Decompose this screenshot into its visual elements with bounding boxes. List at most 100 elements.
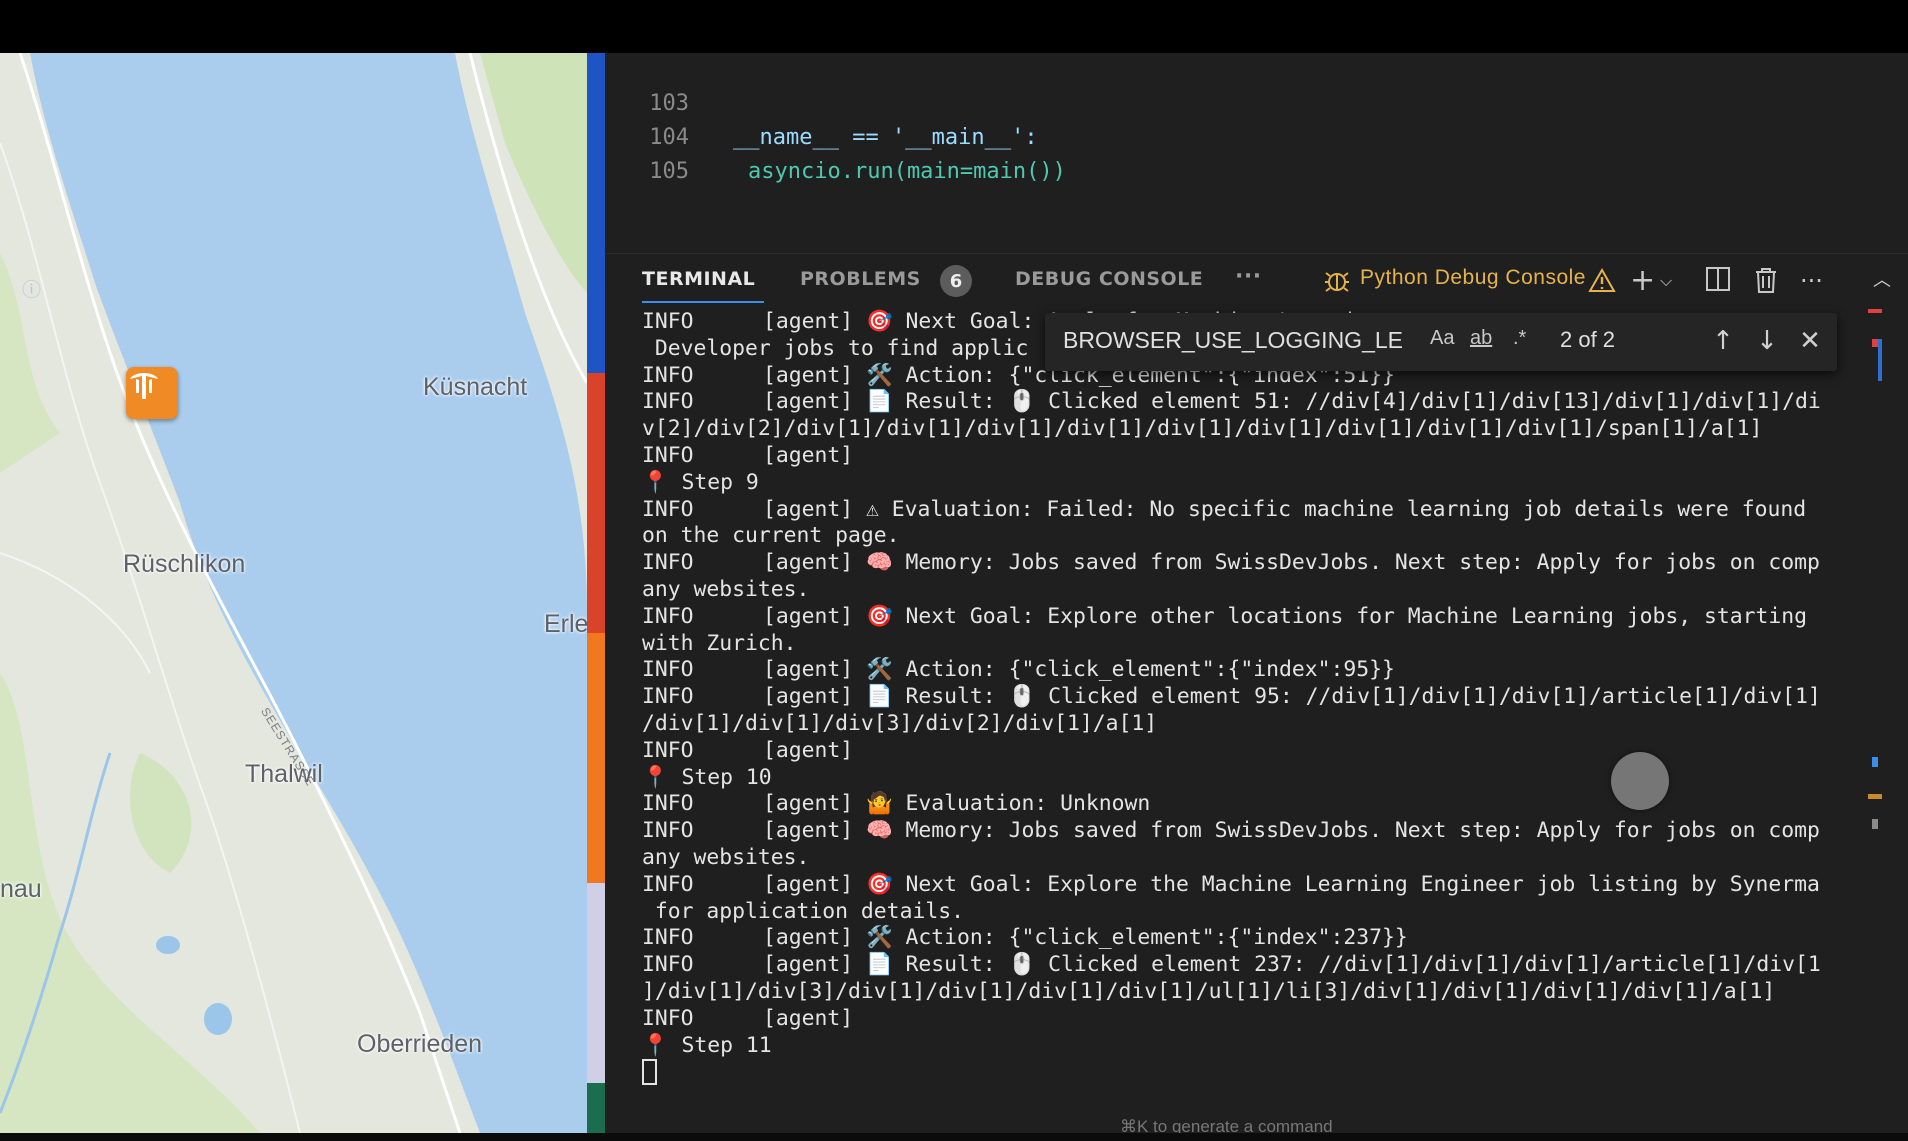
code-text: __name__ == '__main__': [733,121,1038,155]
terminal-line: INFO [agent] 📄 Result: 🖱️ Clicked element… [642,952,1892,979]
next-match-button[interactable]: ↓ [1750,323,1784,359]
terminal-line: for application details. [642,899,1892,926]
log-text: [agent] [763,1005,854,1031]
log-text: Developer jobs to find applic [642,335,1029,361]
terminal-session-name[interactable]: Python Debug Console [1360,266,1586,290]
map-label-kusnacht: Küsnacht [423,373,528,401]
more-tabs-button[interactable]: ··· [1235,264,1262,289]
terminal-line: INFO [agent] 📄 Result: 🖱️ Clicked element… [642,684,1892,711]
terminal-hint: ⌘K to generate a command [1120,1117,1333,1133]
warning-icon [1587,266,1617,296]
terminal-line: INFO [agent] [642,1006,1892,1033]
map-label-erle: Erle [544,610,587,638]
log-text: any websites. [642,844,810,870]
terminal-scrollbar[interactable] [1868,309,1882,1059]
log-text: [agent] 📄 Result: 🖱️ Clicked element 237… [763,952,1821,978]
close-find-button[interactable]: ✕ [1793,323,1827,359]
terminal-line: INFO [agent] [642,738,1892,765]
terminal-line: with Zurich. [642,631,1892,658]
match-case-toggle[interactable]: Aa [1430,327,1454,350]
terminal-line: INFO [agent] 🛠️ Action: {"click_element":… [642,925,1892,952]
tab-terminal[interactable]: TERMINAL [642,268,755,290]
log-level: INFO [642,362,694,388]
log-level: INFO [642,952,694,978]
window-edge-stripe [587,53,605,1133]
terminal-line: /div[1]/div[1]/div[3]/div[2]/div[1]/a[1] [642,711,1892,738]
map-view[interactable]: ⓘ Küsnacht Rüschlikon Erle Thalwil nau O… [0,53,587,1133]
log-text: [agent] 📄 Result: 🖱️ Clicked element 51:… [763,389,1821,415]
find-match-count: 2 of 2 [1560,327,1616,352]
previous-match-button[interactable]: ↑ [1706,323,1740,359]
log-text: [agent] 🤷 Evaluation: Unknown [763,791,1151,817]
log-text: 📍 Step 10 [642,764,772,790]
tab-problems[interactable]: PROBLEMS [800,268,921,290]
code-editor[interactable]: 103 __name__ == '__main__': 104 asyncio.… [605,53,1908,1133]
transit-glyph-icon [130,373,158,399]
terminal-cursor [642,1059,657,1086]
log-text: [agent] [763,737,854,763]
trash-icon[interactable] [1753,266,1779,296]
terminal-line: INFO [agent] 🎯 Next Goal: Explore other l… [642,604,1892,631]
regex-toggle[interactable]: .* [1513,327,1526,350]
find-input[interactable]: BROWSER_USE_LOGGING_LE [1063,327,1415,357]
log-level: INFO [642,603,694,629]
terminal-line: ]/div[1]/div[3]/div[1]/div[1]/div[1]/div… [642,979,1892,1006]
map-canvas [0,53,587,1133]
log-text: on the current page. [642,523,900,549]
terminal-line: INFO [agent] 🧠 Memory: Jobs saved from Sw… [642,550,1892,577]
plus-icon[interactable]: + [1630,266,1655,296]
terminal-line: 📍 Step 11 [642,1033,1892,1060]
log-text: 📍 Step 9 [642,469,759,495]
log-text: v[2]/div[2]/div[1]/div[1]/div[1]/div[1]/… [642,416,1763,442]
terminal-line: any websites. [642,577,1892,604]
code-line[interactable]: 105 [605,121,689,184]
debug-icon [1322,266,1352,296]
log-level: INFO [642,550,694,576]
bottom-bar [0,1133,1908,1141]
code-text: asyncio.run(main=main()) [748,159,1066,184]
log-text: [agent] 🛠️ Action: {"click_element":{"in… [763,925,1408,951]
arrow-up-icon: ↑ [1712,326,1734,356]
terminal-line: INFO [agent] ⚠ Evaluation: Failed: No spe… [642,497,1892,524]
log-level: INFO [642,389,694,415]
log-level: INFO [642,657,694,683]
log-level: INFO [642,791,694,817]
close-icon: ✕ [1799,326,1821,356]
terminal-prompt-line[interactable] [642,1059,1892,1086]
log-level: INFO [642,309,694,334]
log-text: [agent] 🎯 Next Goal: Explore the Machine… [763,871,1820,897]
terminal-line: 📍 Step 9 [642,470,1892,497]
terminal-line: any websites. [642,845,1892,872]
log-text: [agent] 🧠 Memory: Jobs saved from SwissD… [763,818,1820,844]
mouse-pointer-indicator [1611,752,1669,810]
log-level: INFO [642,818,694,844]
chevron-up-icon[interactable]: ︿ [1873,266,1891,296]
code-line[interactable]: 104 asyncio.run(main=main()) [605,87,1066,184]
code-token: __name__ == '__main__': [733,125,1038,150]
terminal-line: on the current page. [642,523,1892,550]
more-icon[interactable]: ··· [1800,266,1823,296]
arrow-down-icon: ↓ [1756,326,1778,356]
log-text: [agent] [763,442,854,468]
log-text: for application details. [642,898,964,924]
transit-marker-icon[interactable] [126,367,178,419]
problems-count-badge: 6 [940,265,972,297]
log-text: with Zurich. [642,630,797,656]
log-level: INFO [642,737,694,763]
log-text: /div[1]/div[1]/div[3]/div[2]/div[1]/a[1] [642,710,1158,736]
chevron-down-icon[interactable]: ⌵ [1660,266,1672,296]
terminal-line: v[2]/div[2]/div[1]/div[1]/div[1]/div[1]/… [642,416,1892,443]
panel-tab-bar: TERMINAL PROBLEMS 6 DEBUG CONSOLE ··· Py… [605,253,1908,306]
whole-word-toggle[interactable]: ab [1470,327,1492,350]
log-level: INFO [642,871,694,897]
terminal-line: 📍 Step 10 [642,765,1892,792]
terminal-line: INFO [agent] 🎯 Next Goal: Explore the Mac… [642,872,1892,899]
tab-debug-console[interactable]: DEBUG CONSOLE [1015,268,1203,290]
active-tab-indicator [642,301,764,303]
split-icon[interactable] [1705,266,1731,296]
code-line[interactable]: 103 __name__ == '__main__': [605,53,1037,150]
log-text: [agent] 📄 Result: 🖱️ Clicked element 95:… [763,684,1821,710]
terminal-output[interactable]: INFO[agent] 🎯 Next Goal: Apply for Machi… [642,309,1892,1109]
map-label-oberrieden: Oberrieden [357,1030,483,1058]
line-number: 105 [649,159,689,184]
